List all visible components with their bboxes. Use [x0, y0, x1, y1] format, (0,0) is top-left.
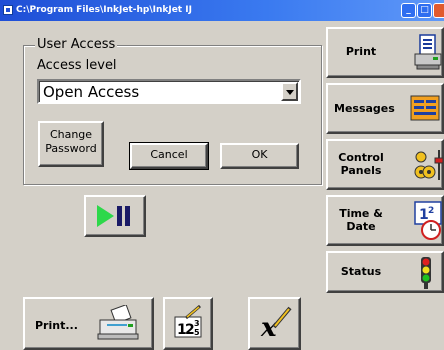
time-date-menu-label: Time & Date [339, 207, 383, 233]
messages-icon [410, 95, 440, 121]
control-panels-menu-label: Control Panels [338, 151, 384, 177]
svg-text:3: 3 [194, 319, 200, 328]
ok-button[interactable]: OK [220, 143, 299, 169]
close-button[interactable] [433, 3, 444, 18]
cancel-button[interactable]: Cancel [129, 142, 209, 170]
counter-icon: 1 2 3 5 [174, 305, 202, 338]
app-icon[interactable] [3, 5, 13, 15]
printer-icon [97, 305, 139, 340]
status-menu-button[interactable]: Status [326, 251, 444, 293]
minimize-button[interactable]: _ [401, 3, 416, 18]
play-pause-button[interactable] [84, 195, 146, 237]
access-level-value: Open Access [43, 83, 140, 101]
play-icon [97, 205, 114, 227]
status-light-icon [421, 257, 431, 289]
print-menu-button[interactable]: Print [326, 27, 444, 78]
status-menu-label: Status [340, 265, 382, 278]
calendar-clock-icon: 1 2 [414, 201, 442, 240]
edit-button[interactable]: x [248, 297, 301, 350]
printer-document-icon [414, 34, 442, 70]
svg-text:5: 5 [194, 328, 200, 337]
print-button[interactable]: Print... [23, 297, 154, 350]
maximize-button[interactable]: □ [417, 3, 432, 18]
print-button-label: Print... [35, 319, 78, 332]
window-title: C:\Program Files\InkJet-hp\InkJet IJ [16, 5, 192, 15]
time-date-menu-button[interactable]: Time & Date 1 2 [326, 195, 444, 246]
svg-text:x: x [260, 313, 277, 343]
messages-menu-label: Messages [334, 102, 395, 115]
access-level-select[interactable]: Open Access [37, 79, 301, 104]
svg-text:2: 2 [428, 206, 434, 216]
counter-button[interactable]: 1 2 3 5 [163, 297, 213, 350]
chevron-down-icon[interactable] [281, 82, 298, 101]
change-password-button[interactable]: Change Password [38, 121, 104, 167]
control-panels-menu-button[interactable]: Control Panels [326, 139, 444, 190]
control-panels-icon [414, 150, 443, 180]
messages-menu-button[interactable]: Messages [326, 83, 444, 134]
access-level-label: Access level [37, 58, 117, 73]
user-access-title: User Access [35, 37, 118, 52]
pencil-x-icon: x [260, 306, 292, 343]
print-menu-label: Print [345, 45, 377, 58]
title-bar: C:\Program Files\InkJet-hp\InkJet IJ _ □ [0, 0, 444, 21]
